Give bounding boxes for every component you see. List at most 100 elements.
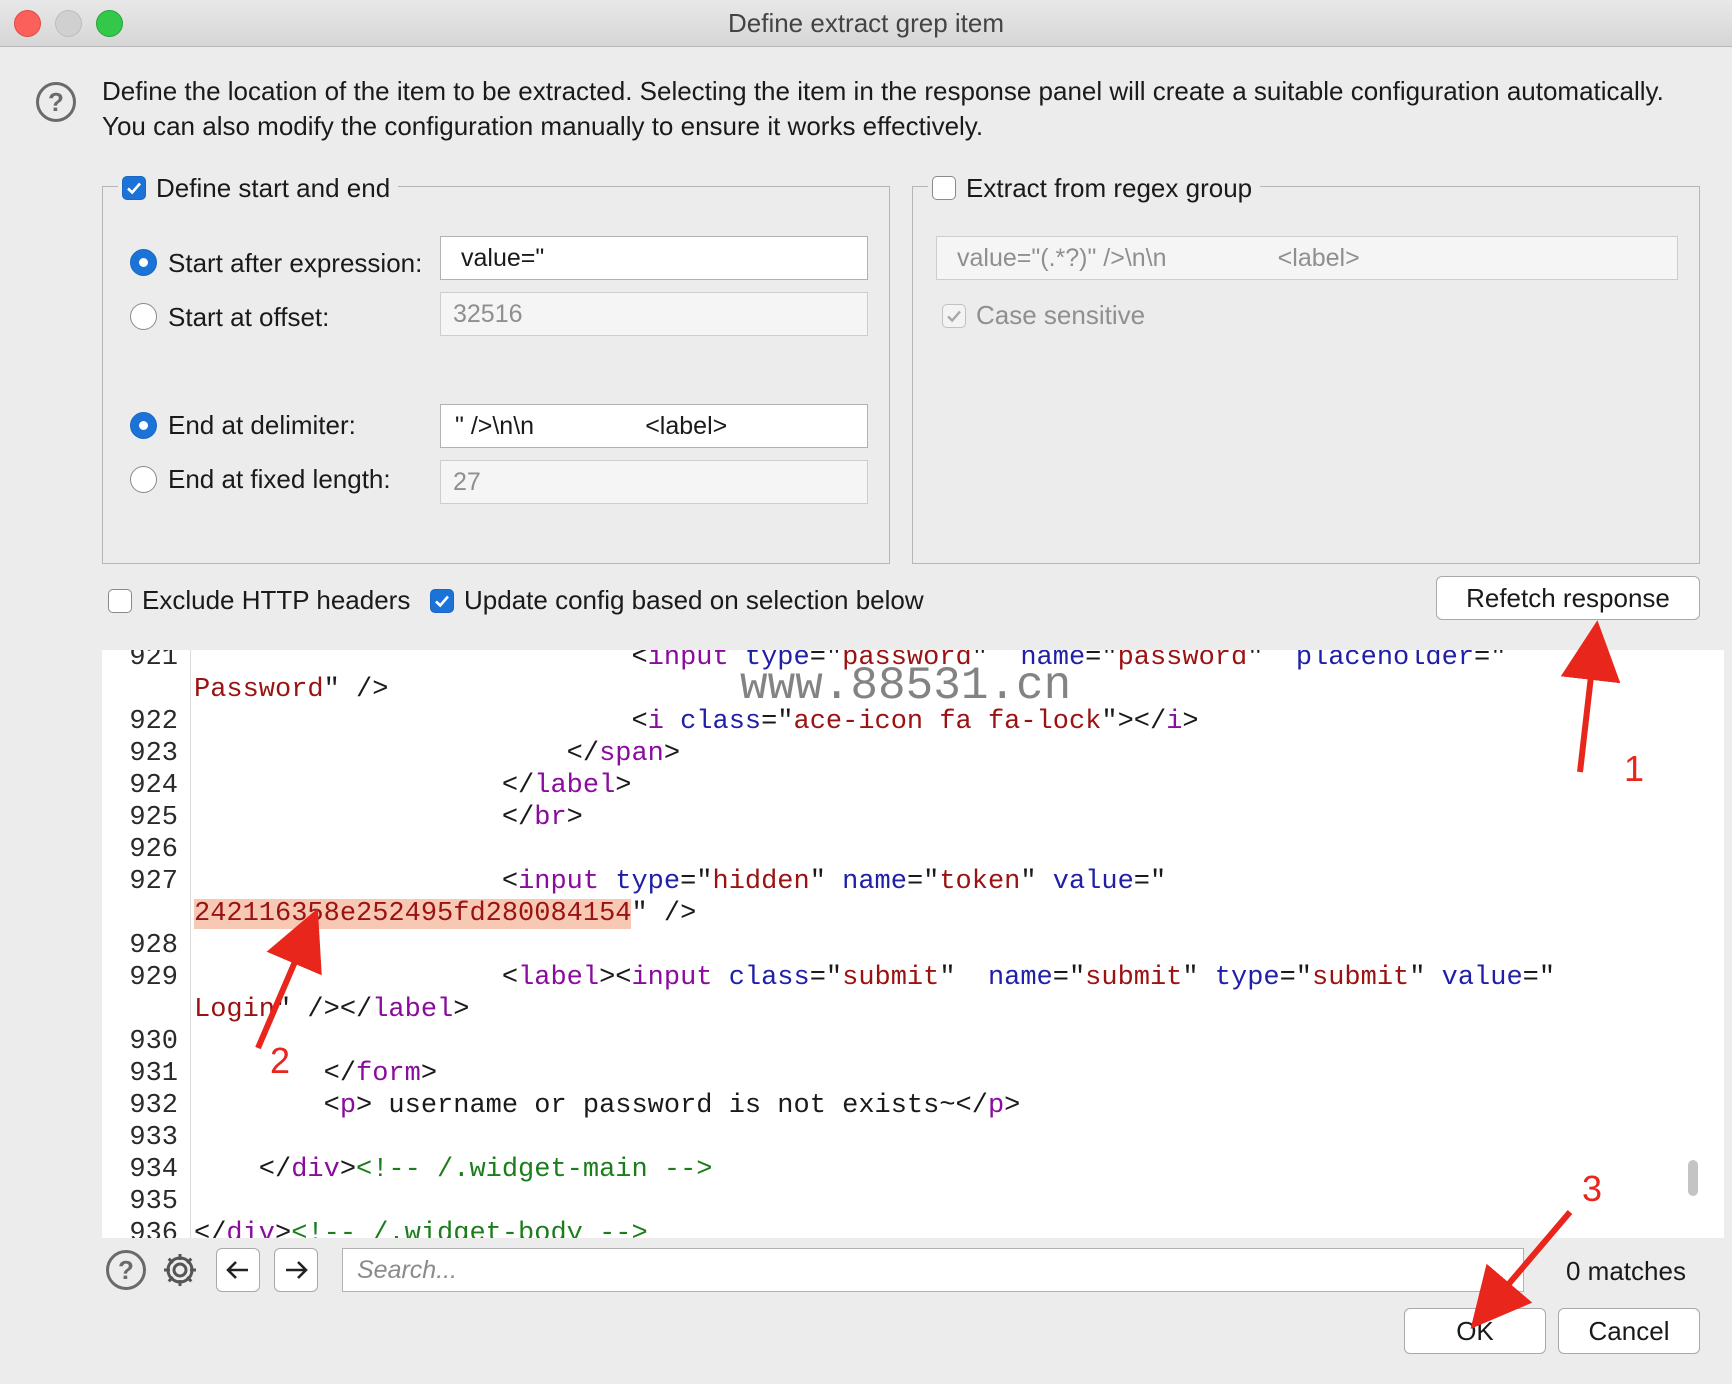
code-token: "	[1409, 963, 1442, 993]
start-offset-radio[interactable]	[130, 303, 157, 330]
code-token: token	[939, 867, 1021, 897]
code-token: </	[194, 739, 600, 769]
end-delimiter-label: End at delimiter:	[168, 410, 356, 440]
line-number: 922	[129, 707, 178, 737]
line-number: 929	[129, 963, 178, 993]
case-sensitive-label: Case sensitive	[976, 300, 1146, 330]
code-text: </span>	[194, 738, 680, 770]
ok-button[interactable]: OK	[1404, 1308, 1546, 1354]
code-token: ="	[809, 963, 843, 993]
end-fixed-length-input[interactable]: 27	[440, 460, 868, 504]
code-token: span	[599, 739, 664, 769]
code-token: ="	[1133, 867, 1167, 897]
extract-regex-checkbox[interactable]	[932, 176, 956, 200]
update-config-checkbox[interactable]	[430, 588, 454, 613]
code-token: ="	[1052, 963, 1086, 993]
code-token: " /></	[275, 995, 373, 1025]
checkmark-icon	[435, 595, 449, 607]
start-offset-input[interactable]: 32516	[440, 292, 868, 336]
line-number: 930	[129, 1027, 178, 1057]
code-token: "></	[1101, 707, 1167, 737]
case-sensitive-checkbox[interactable]	[942, 303, 966, 328]
start-after-radio[interactable]	[130, 249, 157, 276]
editor-scrollbar-thumb[interactable]	[1688, 1160, 1698, 1196]
cancel-button[interactable]: Cancel	[1558, 1308, 1700, 1354]
define-start-end-label: Define start and end	[156, 172, 391, 203]
code-token: ="	[1474, 650, 1507, 673]
code-token: password	[1117, 650, 1248, 673]
end-delimiter-radio[interactable]	[130, 412, 157, 439]
code-token: "	[1020, 867, 1053, 897]
code-token: name	[842, 867, 907, 897]
code-token: >	[453, 995, 470, 1025]
code-token: Password	[194, 675, 324, 705]
code-text: <label><input class="submit" name="submi…	[194, 962, 1555, 994]
code-token: label	[518, 963, 600, 993]
intro-line-1: Define the location of the item to be ex…	[102, 76, 1664, 106]
start-offset-label: Start at offset:	[168, 302, 330, 332]
code-token: value	[1441, 963, 1523, 993]
code-text: <input type="hidden" name="token" value=…	[194, 866, 1166, 898]
regex-input[interactable]: value="(.*?)" />\n\n <label>	[936, 236, 1678, 280]
code-token: ="	[680, 867, 713, 897]
code-text: </div><!-- /.widget-body -->	[194, 1218, 648, 1238]
start-after-label: Start after expression:	[168, 248, 423, 278]
line-number: 925	[129, 803, 178, 833]
code-text: </form>	[194, 1058, 437, 1090]
search-input[interactable]	[342, 1248, 1524, 1292]
end-fixed-length-radio[interactable]	[130, 466, 157, 493]
end-delimiter-input[interactable]: " />\n\n <label>	[440, 404, 868, 448]
search-next-button[interactable]	[274, 1248, 318, 1292]
code-token: <!-- /.widget-body -->	[291, 1219, 648, 1238]
code-token: label	[534, 771, 616, 801]
checkmark-icon	[127, 182, 141, 195]
code-token: class	[712, 963, 810, 993]
code-token: input	[518, 867, 600, 897]
refetch-response-button[interactable]: Refetch response	[1436, 576, 1700, 620]
code-token: br	[534, 803, 567, 833]
settings-gear-icon[interactable]	[158, 1248, 202, 1292]
code-token: <!-- /.widget-main -->	[356, 1155, 713, 1185]
arrow-left-icon	[226, 1261, 248, 1279]
code-token: i	[647, 707, 664, 737]
code-token: >	[615, 771, 632, 801]
code-token: "	[1182, 963, 1215, 993]
code-token: label	[372, 995, 454, 1025]
start-end-legend: Define start and end	[118, 172, 399, 203]
arrow-right-icon	[286, 1261, 308, 1279]
define-start-end-checkbox[interactable]	[122, 176, 146, 200]
code-token: >	[663, 739, 681, 769]
code-token: <	[631, 650, 648, 673]
extract-regex-label: Extract from regex group	[966, 172, 1253, 203]
exclude-headers-label: Exclude HTTP headers	[142, 585, 411, 615]
code-token: p	[987, 1091, 1005, 1121]
title-bar: Define extract grep item	[0, 0, 1732, 47]
line-number: 936	[129, 1219, 178, 1238]
start-after-input[interactable]: value="	[440, 236, 868, 280]
code-token: div	[226, 1219, 276, 1238]
code-token: <	[631, 707, 648, 737]
match-count: 0 matches	[1566, 1256, 1686, 1286]
exclude-headers-checkbox[interactable]	[108, 588, 132, 613]
code-text: </label>	[194, 770, 632, 802]
code-token: >	[1182, 707, 1199, 737]
annotation-label-1: 1	[1624, 748, 1645, 789]
code-token: hidden	[712, 867, 810, 897]
code-token: " />	[323, 675, 389, 705]
end-fixed-length-label: End at fixed length:	[168, 464, 391, 494]
update-config-option: Update config based on selection below	[430, 585, 924, 616]
help-icon[interactable]: ?	[36, 82, 76, 122]
code-token: <	[194, 867, 519, 897]
response-editor[interactable]: 921 <input type="password" name="passwor…	[102, 650, 1724, 1238]
code-token: ="	[906, 867, 940, 897]
code-text: Login" /></label>	[194, 994, 469, 1026]
exclude-headers-option: Exclude HTTP headers	[108, 585, 410, 616]
code-token: type	[1214, 963, 1280, 993]
search-help-icon[interactable]: ?	[106, 1250, 146, 1290]
code-token: </	[194, 1219, 227, 1238]
search-previous-button[interactable]	[216, 1248, 260, 1292]
window-title: Define extract grep item	[727, 8, 1004, 38]
checkmark-icon	[947, 310, 961, 322]
code-token: name	[987, 963, 1053, 993]
